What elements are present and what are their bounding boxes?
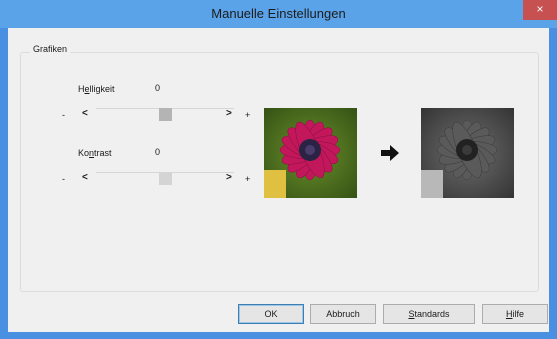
contrast-slider-thumb[interactable] [158, 172, 172, 185]
group-legend: Grafiken [30, 44, 71, 54]
contrast-increase-button[interactable]: > [226, 172, 232, 183]
original-preview-image [264, 108, 357, 198]
brightness-decrease-button[interactable]: < [82, 108, 88, 119]
brightness-minus-label: - [62, 110, 65, 120]
close-button[interactable]: × [523, 0, 557, 20]
right-arrow-icon [381, 145, 399, 163]
close-icon: × [536, 2, 544, 16]
window-title: Manuelle Einstellungen [211, 6, 346, 21]
ok-button[interactable]: OK [238, 304, 304, 324]
title-bar[interactable]: Manuelle Einstellungen × [0, 0, 557, 28]
brightness-slider-thumb[interactable] [158, 108, 172, 121]
brightness-value: 0 [155, 83, 161, 93]
contrast-label: Kontrast [78, 148, 112, 158]
grayscale-preview-image [421, 108, 514, 198]
contrast-value: 0 [155, 147, 161, 157]
help-button[interactable]: Hilfe [482, 304, 548, 324]
contrast-decrease-button[interactable]: < [82, 172, 88, 183]
contrast-plus-label: + [245, 174, 251, 184]
brightness-increase-button[interactable]: > [226, 108, 232, 119]
contrast-minus-label: - [62, 174, 65, 184]
dialog-window: Manuelle Einstellungen × Grafiken Hellig… [0, 0, 557, 339]
brightness-plus-label: + [245, 110, 251, 120]
cancel-button[interactable]: Abbruch [310, 304, 376, 324]
defaults-button[interactable]: Standards [383, 304, 475, 324]
dialog-client-area: Grafiken Helligkeit 0 - < > + Kontrast 0… [8, 28, 549, 332]
brightness-label: Helligkeit [78, 84, 115, 94]
